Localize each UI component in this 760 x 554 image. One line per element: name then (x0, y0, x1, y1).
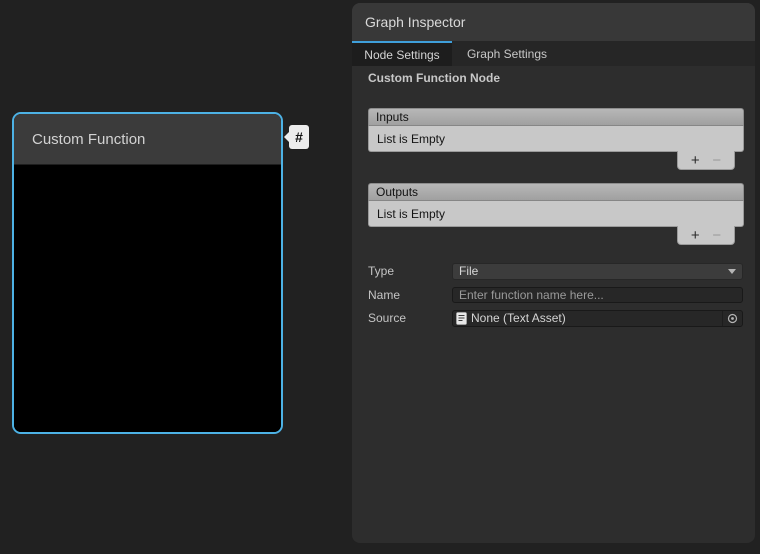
tab-graph-settings[interactable]: Graph Settings (452, 41, 562, 66)
outputs-list-header: Outputs (368, 183, 744, 201)
inspector-tabstrip: Node Settings Graph Settings (352, 41, 755, 66)
chevron-down-icon (728, 269, 736, 274)
inspector-title: Graph Inspector (365, 14, 465, 30)
outputs-add-button[interactable]: + (691, 228, 700, 243)
node-preview-body (14, 165, 281, 434)
inputs-list-empty-row: List is Empty (368, 126, 744, 152)
source-object-value: None (Text Asset) (471, 311, 566, 325)
outputs-remove-button[interactable]: − (712, 228, 721, 243)
inputs-remove-button[interactable]: − (712, 153, 721, 168)
source-object-field[interactable]: None (Text Asset) (452, 310, 743, 327)
source-label: Source (368, 311, 452, 325)
outputs-list-header-label: Outputs (376, 185, 418, 199)
tab-node-settings-label: Node Settings (364, 48, 439, 62)
outputs-list: Outputs List is Empty + − (368, 183, 744, 245)
outputs-list-empty-row: List is Empty (368, 201, 744, 227)
inputs-list-footer: + − (677, 151, 735, 170)
type-dropdown[interactable]: File (452, 263, 743, 280)
type-label: Type (368, 264, 452, 278)
object-picker-icon (727, 313, 738, 324)
outputs-list-empty-label: List is Empty (377, 207, 445, 221)
tab-graph-settings-label: Graph Settings (467, 47, 547, 61)
name-row: Name (368, 286, 744, 304)
hash-badge-label: # (295, 129, 303, 145)
hash-badge-icon[interactable]: # (289, 125, 309, 149)
object-picker-button[interactable] (722, 311, 742, 326)
custom-function-node[interactable]: Custom Function (12, 112, 283, 434)
tab-node-settings[interactable]: Node Settings (352, 41, 452, 66)
inputs-list-empty-label: List is Empty (377, 132, 445, 146)
inspector-header[interactable]: Graph Inspector (352, 3, 755, 41)
inputs-list-header-label: Inputs (376, 110, 409, 124)
inputs-add-button[interactable]: + (691, 153, 700, 168)
name-label: Name (368, 288, 452, 302)
node-titlebar[interactable]: Custom Function (14, 114, 281, 165)
shader-graph-window: Custom Function # Graph Inspector Node S… (0, 0, 760, 554)
function-name-input[interactable] (452, 287, 743, 303)
inputs-list: Inputs List is Empty + − (368, 108, 744, 170)
outputs-list-footer: + − (677, 226, 735, 245)
inputs-list-header: Inputs (368, 108, 744, 126)
node-settings-heading: Custom Function Node (368, 71, 500, 85)
type-dropdown-value: File (459, 264, 478, 278)
graph-inspector-panel: Graph Inspector Node Settings Graph Sett… (352, 3, 755, 543)
type-row: Type File (368, 262, 744, 280)
inspector-body: Custom Function Node Inputs List is Empt… (352, 66, 755, 543)
source-row: Source None (Text Asset) (368, 309, 744, 327)
text-asset-icon (456, 312, 467, 325)
node-title: Custom Function (32, 131, 145, 148)
